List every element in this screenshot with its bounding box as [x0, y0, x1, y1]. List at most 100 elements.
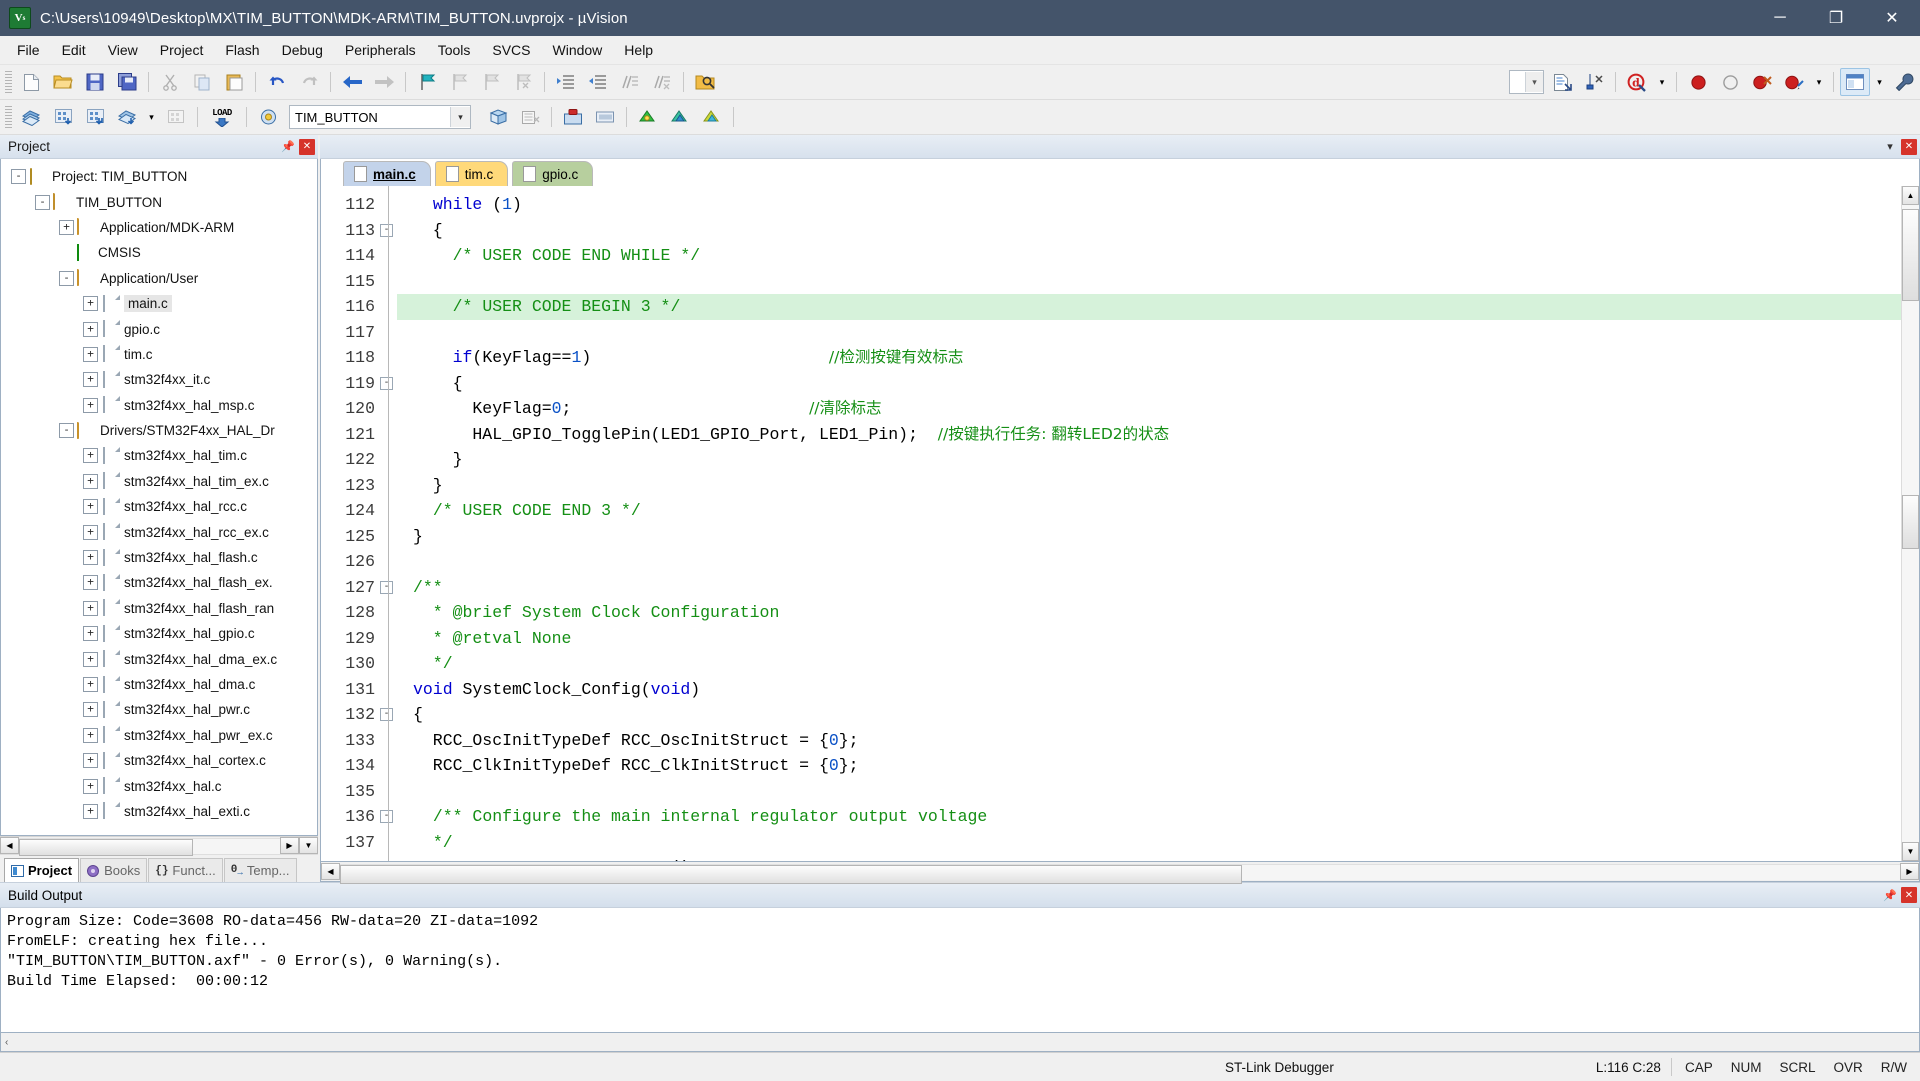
code-line[interactable]: KeyFlag=0; //清除标志 [397, 396, 1901, 422]
indent-right-icon[interactable] [551, 68, 581, 96]
bookmark-toggle-icon[interactable] [412, 68, 442, 96]
batch-dropdown-caret[interactable]: ▾ [144, 103, 159, 131]
configure-icon[interactable] [1579, 68, 1609, 96]
tree-item-tim-c[interactable]: + tim.c [1, 342, 317, 367]
code-line[interactable] [397, 549, 1901, 575]
indent-left-icon[interactable] [583, 68, 613, 96]
scroll-up-icon[interactable]: ▲ [1902, 186, 1919, 205]
disable-breakpoint-icon[interactable] [1715, 68, 1745, 96]
code-line[interactable] [397, 269, 1901, 295]
tree-expander[interactable]: - [59, 270, 74, 286]
code-line[interactable]: void SystemClock_Config(void) [397, 677, 1901, 703]
tree-item-stm32f4xx-hal-gpio-c[interactable]: + stm32f4xx_hal_gpio.c [1, 621, 317, 646]
code-line[interactable]: } [397, 524, 1901, 550]
chevron-down-icon[interactable]: ▾ [1882, 139, 1898, 155]
code-line[interactable]: /* USER CODE END WHILE */ [397, 243, 1901, 269]
menu-help[interactable]: Help [613, 39, 664, 61]
new-file-icon[interactable] [16, 68, 46, 96]
menu-peripherals[interactable]: Peripherals [334, 39, 427, 61]
tree-item-main-c[interactable]: + main.c [1, 291, 317, 316]
kill-breakpoints-icon[interactable] [1747, 68, 1777, 96]
tree-item-stm32f4xx-hal-rcc-ex-c[interactable]: + stm32f4xx_hal_rcc_ex.c [1, 519, 317, 544]
document-tab-mainc[interactable]: main.c [343, 161, 431, 186]
save-all-icon[interactable] [112, 68, 142, 96]
tree-item-stm32f4xx-hal-c[interactable]: + stm32f4xx_hal.c [1, 773, 317, 798]
tree-item-stm32f4xx-hal-exti-c[interactable]: + stm32f4xx_hal_exti.c [1, 799, 317, 824]
code-line[interactable]: { [397, 218, 1901, 244]
tree-expander[interactable]: + [83, 321, 98, 337]
tree-item-tim-button[interactable]: - TIM_BUTTON [1, 189, 317, 214]
breakpoint-icon[interactable] [1683, 68, 1713, 96]
code-line[interactable]: */ [397, 651, 1901, 677]
vscroll-track[interactable] [1902, 205, 1919, 842]
tree-item-cmsis[interactable]: CMSIS [1, 240, 317, 265]
tree-item-stm32f4xx-hal-tim-c[interactable]: + stm32f4xx_hal_tim.c [1, 443, 317, 468]
rebuild-icon[interactable] [80, 103, 110, 131]
code-line[interactable]: RCC_OscInitTypeDef RCC_OscInitStruct = {… [397, 728, 1901, 754]
tree-expander[interactable]: + [83, 778, 98, 794]
bookmark-colour-icon[interactable] [1779, 68, 1809, 96]
tree-item-stm32f4xx-hal-dma-ex-c[interactable]: + stm32f4xx_hal_dma_ex.c [1, 646, 317, 671]
paste-icon[interactable] [219, 68, 249, 96]
tree-item-drivers-stm32f4xx-hal-dr[interactable]: - Drivers/STM32F4xx_HAL_Dr [1, 418, 317, 443]
tree-item-stm32f4xx-hal-pwr-c[interactable]: + stm32f4xx_hal_pwr.c [1, 697, 317, 722]
tree-expander[interactable]: + [83, 397, 98, 413]
scroll-right-icon[interactable]: ▶ [280, 837, 299, 854]
scroll-left-icon[interactable]: ◀ [321, 863, 340, 880]
undo-icon[interactable] [262, 68, 292, 96]
bookmark-prev-icon[interactable] [444, 68, 474, 96]
code-line[interactable]: __HAL_RCC_PWR_CLK_ENABLE(); [397, 855, 1901, 861]
tree-item-stm32f4xx-hal-flash-c[interactable]: + stm32f4xx_hal_flash.c [1, 545, 317, 570]
chevron-down-icon[interactable]: ▾ [450, 107, 470, 127]
code-line[interactable]: * @brief System Clock Configuration [397, 600, 1901, 626]
vscroll-thumb[interactable] [1902, 209, 1919, 301]
tree-expander[interactable]: + [83, 448, 98, 464]
tree-expander[interactable]: + [83, 651, 98, 667]
menu-debug[interactable]: Debug [271, 39, 334, 61]
stop-build-icon[interactable] [161, 103, 191, 131]
menu-svcs[interactable]: SVCS [481, 39, 541, 61]
tree-expander[interactable]: + [83, 626, 98, 642]
code-line[interactable]: { [397, 702, 1901, 728]
tree-expander[interactable]: + [83, 346, 98, 362]
code-editor[interactable]: 112 113- 114 115 116 117 118 119- 120 121 122 123 12… [320, 186, 1920, 862]
sidebar-tab-funct[interactable]: {} Funct... [148, 858, 223, 882]
tree-expander[interactable]: - [59, 423, 74, 439]
debug-dropdown-caret[interactable]: ▾ [1654, 68, 1670, 96]
layout-dropdown-caret[interactable]: ▾ [1872, 68, 1887, 96]
menu-edit[interactable]: Edit [51, 39, 97, 61]
download-icon[interactable]: LOAD [204, 103, 240, 131]
tree-item-stm32f4xx-hal-msp-c[interactable]: + stm32f4xx_hal_msp.c [1, 393, 317, 418]
code-vscrollbar[interactable]: ▲ ▼ [1901, 186, 1919, 861]
tree-expander[interactable]: + [83, 524, 98, 540]
tree-expander[interactable]: + [83, 372, 98, 388]
manage-project-items-icon[interactable] [515, 103, 545, 131]
tree-item-stm32f4xx-hal-tim-ex-c[interactable]: + stm32f4xx_hal_tim_ex.c [1, 469, 317, 494]
tree-expander[interactable]: + [83, 727, 98, 743]
close-icon[interactable]: ✕ [1901, 887, 1917, 903]
window-layout-icon[interactable] [1840, 68, 1870, 96]
tree-expander[interactable]: - [35, 194, 50, 210]
code-line[interactable]: */ [397, 830, 1901, 856]
copy-icon[interactable] [187, 68, 217, 96]
tree-expander[interactable]: + [83, 296, 98, 312]
project-target-combo[interactable]: TIM_BUTTON ▾ [289, 105, 471, 129]
pack-installer-icon[interactable] [558, 103, 588, 131]
tree-item-stm32f4xx-hal-cortex-c[interactable]: + stm32f4xx_hal_cortex.c [1, 748, 317, 773]
translate-icon[interactable] [16, 103, 46, 131]
project-tree[interactable]: - Project: TIM_BUTTON - TIM_BUTTON + Applicat… [0, 159, 318, 836]
tree-item-stm32f4xx-hal-dma-c[interactable]: + stm32f4xx_hal_dma.c [1, 672, 317, 697]
comment-icon[interactable] [615, 68, 645, 96]
hscroll-thumb[interactable] [19, 838, 193, 856]
tree-expander[interactable]: + [83, 473, 98, 489]
tree-item-application-mdk-arm[interactable]: + Application/MDK-ARM [1, 215, 317, 240]
tree-expander[interactable]: + [83, 677, 98, 692]
code-line[interactable]: while (1) [397, 192, 1901, 218]
tree-expander[interactable]: + [83, 499, 98, 515]
code-line[interactable]: } [397, 473, 1901, 499]
project-windows-icon[interactable] [697, 103, 727, 131]
build-output-hscrollbar[interactable]: ‹ [0, 1033, 1920, 1052]
project-target-icon[interactable] [253, 103, 283, 131]
find-in-files-icon[interactable] [690, 68, 720, 96]
scroll-left-icon[interactable]: ◀ [0, 837, 19, 854]
